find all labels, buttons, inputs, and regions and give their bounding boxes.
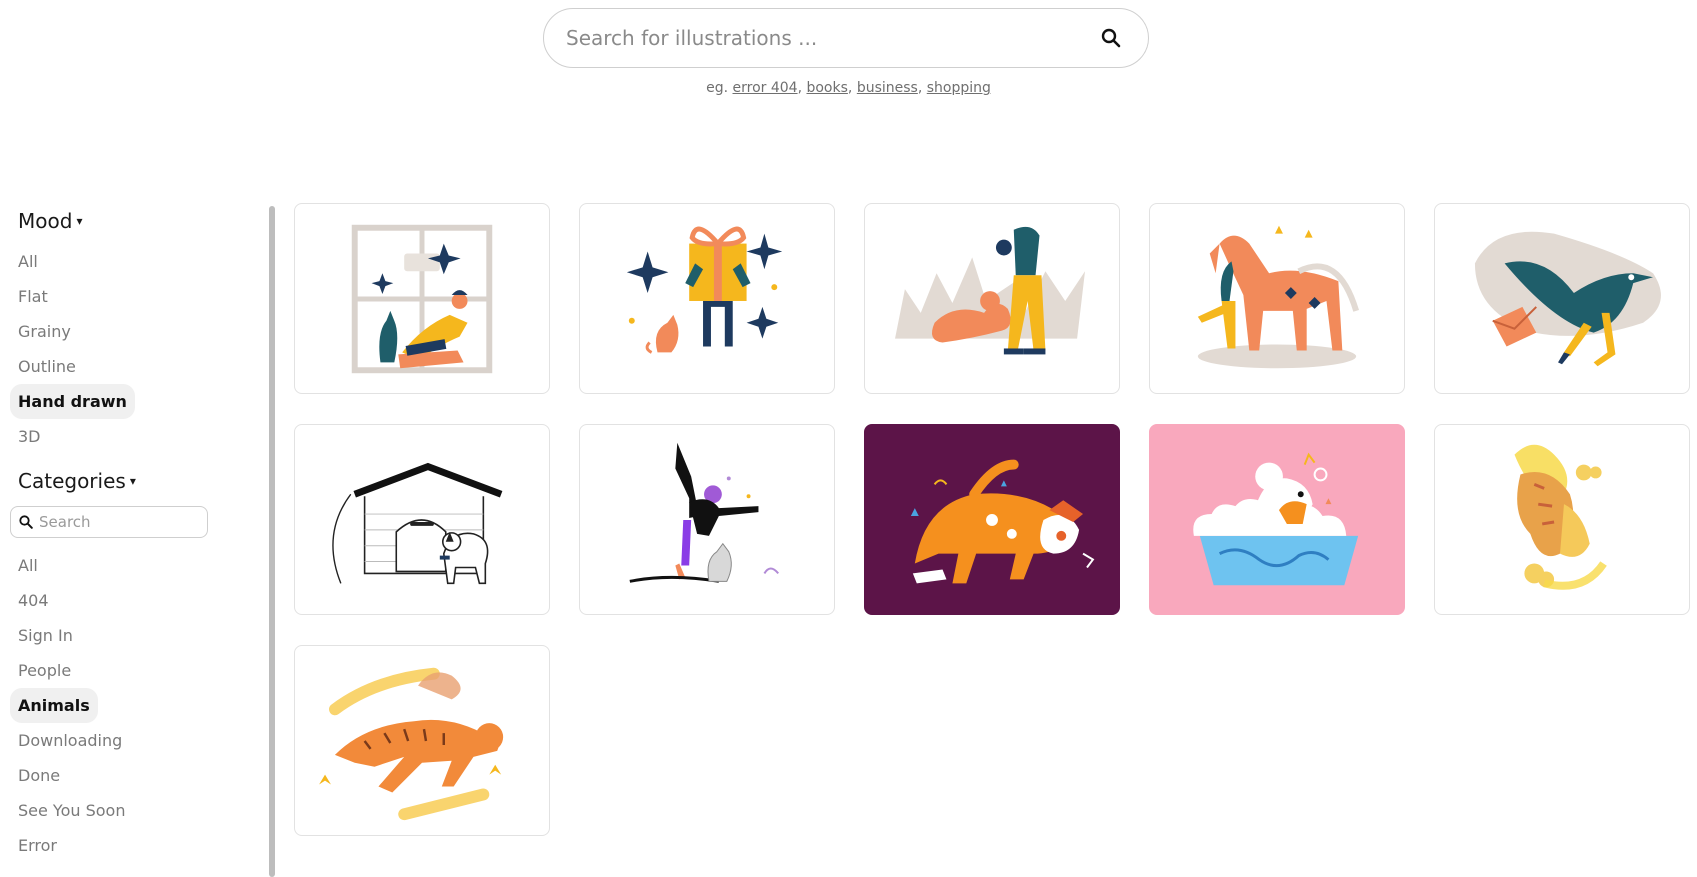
- illustration-card[interactable]: [294, 203, 550, 394]
- category-item-done[interactable]: Done: [10, 758, 270, 793]
- mood-item-grainy[interactable]: Grainy: [10, 314, 270, 349]
- category-item-animals[interactable]: Animals: [10, 688, 98, 723]
- example-link-error-404[interactable]: error 404: [733, 80, 798, 96]
- tiger-running-illustration: [319, 667, 504, 821]
- illustration-card[interactable]: [1434, 203, 1690, 394]
- mood-item-flat[interactable]: Flat: [10, 279, 270, 314]
- category-item-404[interactable]: 404: [10, 583, 270, 618]
- illustration-search-input[interactable]: [566, 26, 1096, 50]
- mood-item-outline[interactable]: Outline: [10, 349, 270, 384]
- example-link-shopping[interactable]: shopping: [927, 80, 991, 96]
- person-with-cat-at-window-illustration: [351, 224, 493, 374]
- mood-title: Mood: [18, 209, 73, 233]
- illustration-card[interactable]: [579, 203, 835, 394]
- tiger-cats-yellow-illustration: [1514, 444, 1607, 590]
- example-link-business[interactable]: business: [857, 80, 918, 96]
- search-examples: eg. error 404, books, business, shopping: [706, 80, 991, 96]
- illustration-search-bar[interactable]: [543, 8, 1149, 68]
- mood-section-toggle[interactable]: Mood ▾: [18, 206, 270, 236]
- category-search[interactable]: [10, 506, 208, 538]
- category-item-all[interactable]: All: [10, 548, 270, 583]
- illustration-card[interactable]: [1149, 424, 1405, 615]
- category-item-sign-in[interactable]: Sign In: [10, 618, 270, 653]
- person-with-dog-lying-illustration: [895, 226, 1086, 355]
- sidebar-scrollbar[interactable]: [269, 206, 275, 877]
- search-icon[interactable]: [1096, 23, 1126, 53]
- dog-in-bath-illustration: [1150, 425, 1404, 614]
- doghouse-outline-illustration: [332, 462, 503, 585]
- chevron-down-icon: ▾: [76, 214, 83, 228]
- search-icon: [19, 515, 33, 529]
- illustration-card[interactable]: [294, 645, 550, 836]
- example-link-books[interactable]: books: [806, 80, 847, 96]
- illustration-card[interactable]: [1434, 424, 1690, 615]
- orange-dog-illustration: [865, 425, 1119, 614]
- yoga-with-cat-illustration: [629, 442, 780, 583]
- category-item-downloading[interactable]: Downloading: [10, 723, 270, 758]
- illustration-card[interactable]: [1149, 203, 1405, 394]
- illustration-card[interactable]: [294, 424, 550, 615]
- illustration-card[interactable]: [579, 424, 835, 615]
- illustration-card[interactable]: [864, 424, 1120, 615]
- categories-section-toggle[interactable]: Categories ▾: [18, 466, 270, 496]
- mood-item-3d[interactable]: 3D: [10, 419, 270, 454]
- category-search-input[interactable]: [39, 513, 189, 531]
- illustration-grid: [294, 203, 1690, 836]
- bird-with-letter-illustration: [1474, 231, 1661, 367]
- examples-prefix: eg.: [706, 80, 729, 96]
- category-item-error[interactable]: Error: [10, 828, 270, 863]
- mood-item-hand-drawn[interactable]: Hand drawn: [10, 384, 135, 419]
- category-item-see-you-soon[interactable]: See You Soon: [10, 793, 270, 828]
- category-item-people[interactable]: People: [10, 653, 270, 688]
- illustration-card[interactable]: [864, 203, 1120, 394]
- mood-item-all[interactable]: All: [10, 244, 270, 279]
- filter-sidebar: Mood ▾ All Flat Grainy Outline Hand draw…: [0, 206, 270, 877]
- person-with-gift-and-dog-illustration: [626, 226, 783, 354]
- chevron-down-icon: ▾: [129, 474, 136, 488]
- person-with-horse-illustration: [1197, 225, 1360, 369]
- categories-title: Categories: [18, 469, 126, 493]
